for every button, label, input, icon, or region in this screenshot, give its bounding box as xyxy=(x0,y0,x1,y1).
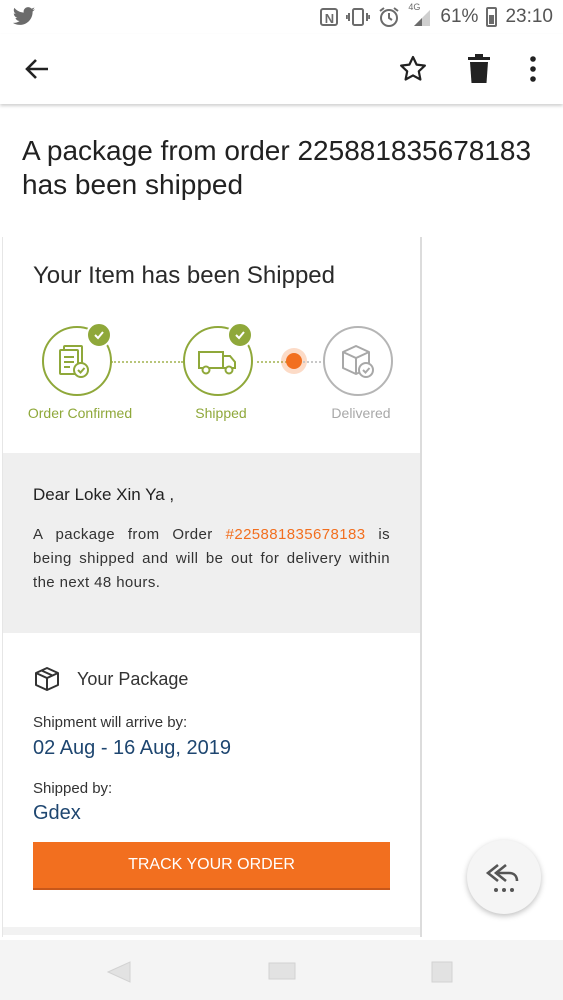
back-arrow-icon[interactable] xyxy=(22,54,52,84)
star-icon[interactable] xyxy=(398,54,428,84)
package-heading-text: Your Package xyxy=(77,668,189,689)
email-subject: A package from order 225881835678183 has… xyxy=(22,135,532,200)
vibrate-icon xyxy=(346,8,371,26)
greeting: Dear Loke Xin Ya , xyxy=(33,485,175,504)
nav-home-icon[interactable] xyxy=(268,960,296,982)
nav-recents-icon[interactable] xyxy=(430,960,454,984)
step-label: Delivered xyxy=(331,405,391,421)
twitter-icon xyxy=(12,7,35,25)
box-check-icon xyxy=(342,345,374,378)
more-vert-icon[interactable] xyxy=(522,54,544,84)
arrive-label: Shipment will arrive by: xyxy=(33,714,188,731)
battery-percent: 61% xyxy=(440,6,479,27)
signal-icon: 4G xyxy=(408,2,432,28)
trash-icon[interactable] xyxy=(465,53,493,85)
shipped-by-value: Gdex xyxy=(33,802,81,824)
system-nav-bar xyxy=(0,940,563,1000)
package-heading: Your Package xyxy=(33,665,188,693)
step-shipped: Shipped xyxy=(163,322,279,421)
card-footer-divider xyxy=(3,927,420,935)
clock: 23:10 xyxy=(505,6,553,27)
alarm-icon xyxy=(379,7,400,27)
track-order-button[interactable]: TRACK YOUR ORDER xyxy=(33,842,390,890)
nav-back-icon[interactable] xyxy=(106,960,132,984)
arrive-value: 02 Aug - 16 Aug, 2019 xyxy=(33,737,231,759)
package-icon xyxy=(35,667,59,691)
shipped-by-label: Shipped by: xyxy=(33,780,113,797)
current-progress-dot xyxy=(286,353,302,369)
step-circle xyxy=(183,322,253,396)
card-title: Your Item has been Shipped xyxy=(33,262,336,289)
app-bar xyxy=(0,34,563,104)
message-text-prefix: A package from Order xyxy=(33,526,226,543)
check-badge-icon xyxy=(227,322,253,348)
order-number-link[interactable]: #225881835678183 xyxy=(226,526,366,543)
nfc-icon: N xyxy=(320,8,339,26)
step-label: Order Confirmed xyxy=(27,405,133,421)
step-delivered: Delivered xyxy=(303,326,419,421)
step-circle xyxy=(323,326,393,396)
step-circle xyxy=(42,322,112,396)
reply-all-icon xyxy=(485,863,519,892)
battery-icon xyxy=(486,7,498,27)
step-label: Shipped xyxy=(195,405,247,421)
check-badge-icon xyxy=(86,322,112,348)
email-card: Your Item has been Shipped Order Confirm… xyxy=(2,237,422,937)
message-paragraph: A package from Order #225881835678183 is… xyxy=(33,523,390,595)
reply-all-button[interactable] xyxy=(467,840,541,914)
message-area: Dear Loke Xin Ya , A package from Order … xyxy=(3,453,420,633)
status-bar: N 4G 61% 23:10 xyxy=(0,0,563,34)
step-order-confirmed: Order Confirmed xyxy=(22,322,138,421)
